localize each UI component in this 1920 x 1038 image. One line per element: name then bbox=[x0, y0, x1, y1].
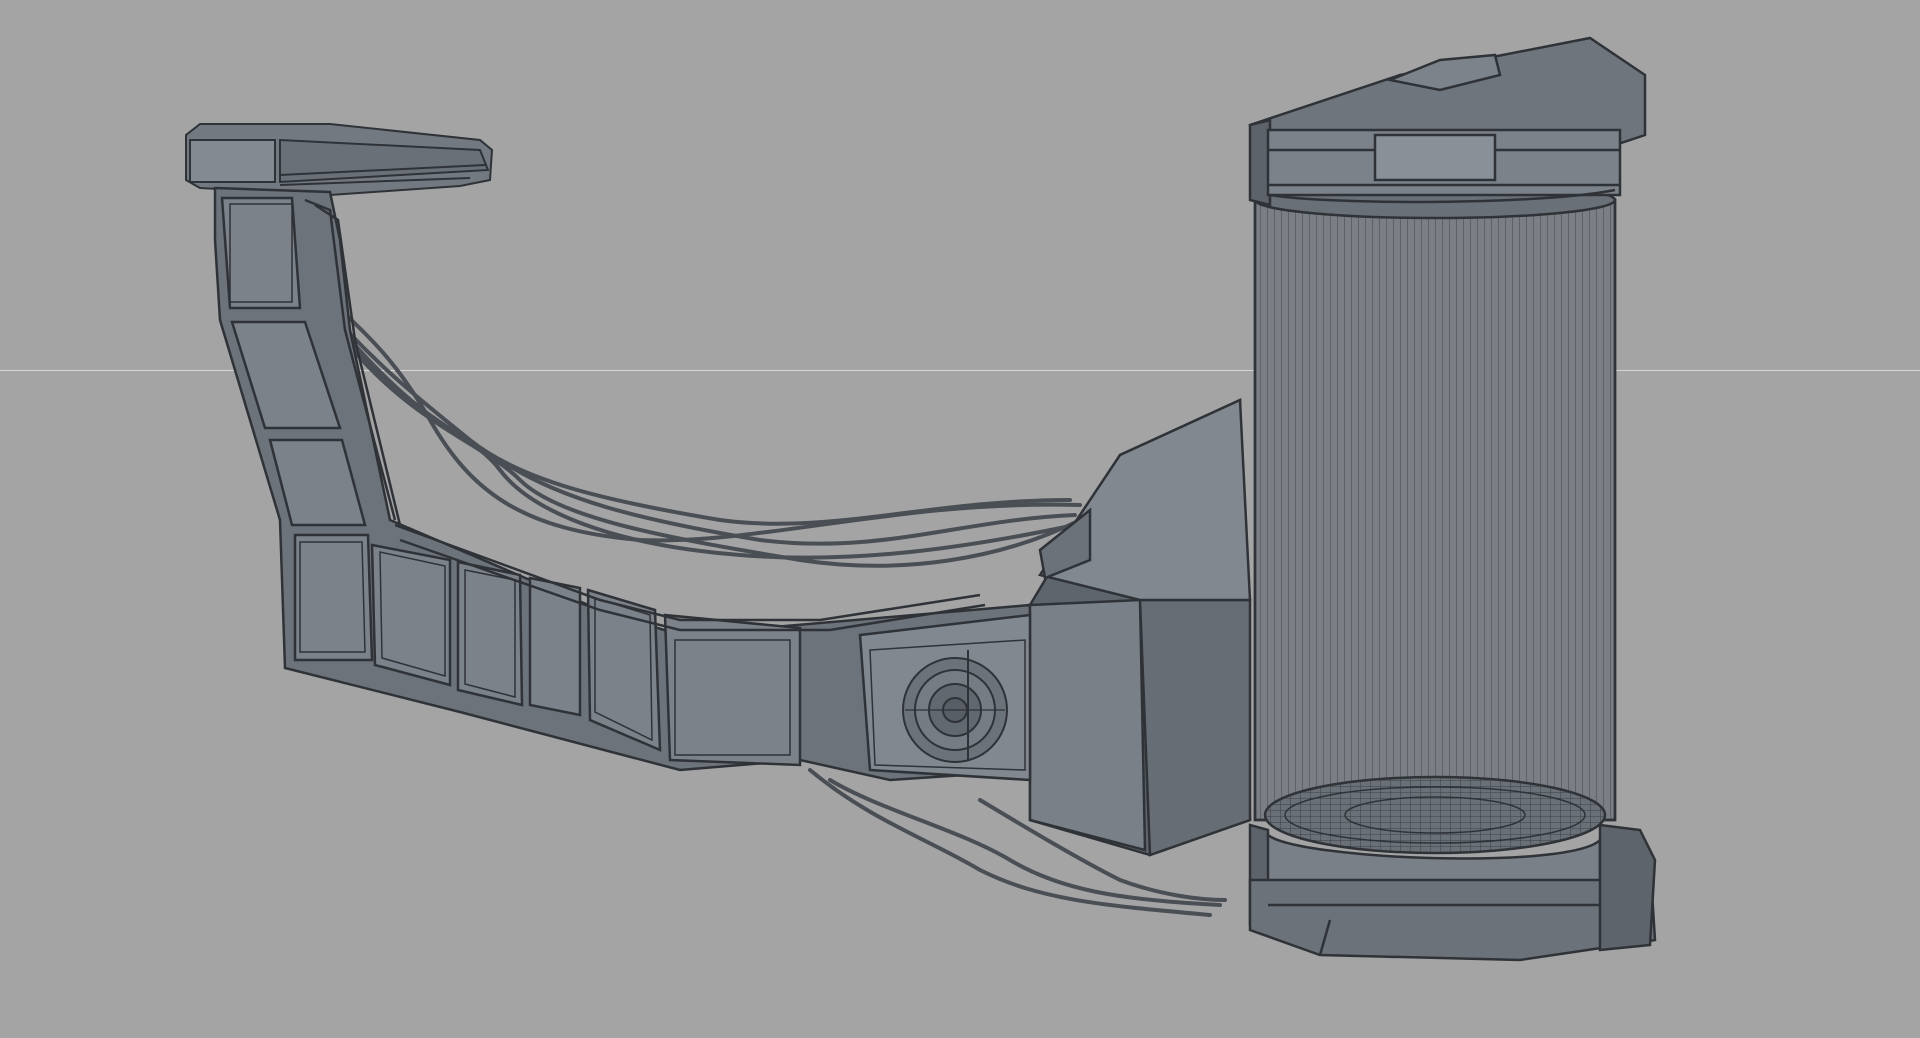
cylinder-tank[interactable] bbox=[1253, 180, 1617, 822]
arm-crossbar[interactable] bbox=[185, 123, 494, 197]
scene-canvas[interactable] bbox=[0, 0, 1920, 1038]
3d-viewport[interactable] bbox=[0, 0, 1920, 1038]
junction-housing[interactable] bbox=[858, 398, 1252, 857]
tank-cap-top[interactable] bbox=[1248, 36, 1647, 207]
tank-base[interactable] bbox=[1248, 775, 1657, 962]
